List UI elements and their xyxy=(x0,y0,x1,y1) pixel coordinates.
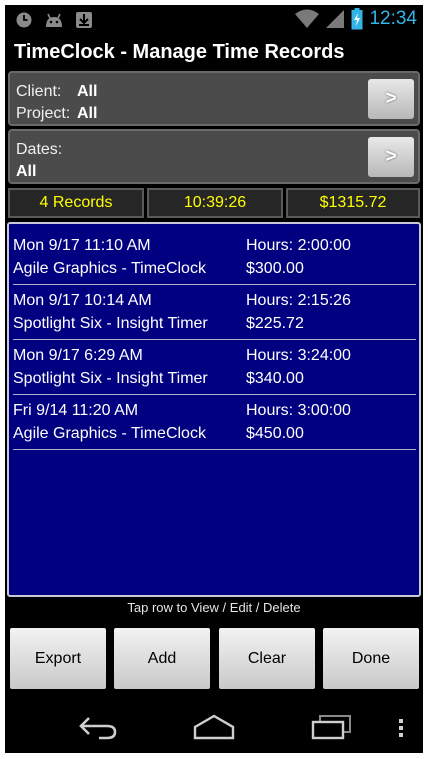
list-item[interactable]: Mon 9/17 10:14 AM Hours: 2:15:26 Spotlig… xyxy=(13,285,416,340)
battery-charging-icon xyxy=(351,8,363,30)
records-list[interactable]: Mon 9/17 11:10 AM Hours: 2:00:00 Agile G… xyxy=(7,222,421,597)
record-hours: Hours: 2:00:00 xyxy=(246,237,351,254)
client-value: All xyxy=(77,83,98,100)
signal-icon xyxy=(326,10,345,28)
record-date: Mon 9/17 6:29 AM xyxy=(13,347,143,364)
record-client-project: Agile Graphics - TimeClock xyxy=(13,260,206,277)
record-amount: $450.00 xyxy=(246,425,304,442)
phone-screen: 12:34 TimeClock - Manage Time Records Cl… xyxy=(5,5,423,753)
add-button[interactable]: Add xyxy=(114,628,210,689)
record-hours: Hours: 2:15:26 xyxy=(246,292,351,309)
list-item[interactable]: Mon 9/17 6:29 AM Hours: 3:24:00 Spotligh… xyxy=(13,340,416,395)
clock-icon xyxy=(16,12,32,28)
record-count: 4 Records xyxy=(8,188,144,218)
export-button[interactable]: Export xyxy=(10,628,106,689)
clear-button[interactable]: Clear xyxy=(219,628,315,689)
recent-apps-icon[interactable] xyxy=(310,714,352,740)
record-client-project: Agile Graphics - TimeClock xyxy=(13,425,206,442)
list-item[interactable]: Fri 9/14 11:20 AM Hours: 3:00:00 Agile G… xyxy=(13,395,416,450)
record-amount: $340.00 xyxy=(246,370,304,387)
page-title: TimeClock - Manage Time Records xyxy=(14,41,345,63)
record-client-project: Spotlight Six - Insight Timer xyxy=(13,370,208,387)
record-hours: Hours: 3:24:00 xyxy=(246,347,351,364)
dates-value: All xyxy=(16,163,37,180)
project-label: Project: xyxy=(16,105,71,122)
list-item[interactable]: Mon 9/17 11:10 AM Hours: 2:00:00 Agile G… xyxy=(13,230,416,285)
record-date: Fri 9/14 11:20 AM xyxy=(13,402,139,419)
home-icon[interactable] xyxy=(192,714,236,740)
summary-bar: 4 Records 10:39:26 $1315.72 xyxy=(8,188,420,218)
download-icon xyxy=(76,12,92,28)
dates-filter[interactable]: Dates: All > xyxy=(8,129,420,184)
client-project-select-button[interactable]: > xyxy=(368,79,414,119)
record-amount: $225.72 xyxy=(246,315,304,332)
dates-label: Dates: xyxy=(16,141,63,158)
overflow-menu-icon[interactable] xyxy=(397,718,405,738)
status-clock: 12:34 xyxy=(369,8,417,29)
record-client-project: Spotlight Six - Insight Timer xyxy=(13,315,208,332)
total-amount: $1315.72 xyxy=(286,188,420,218)
navigation-bar xyxy=(5,700,423,753)
done-button[interactable]: Done xyxy=(323,628,419,689)
record-hours: Hours: 3:00:00 xyxy=(246,402,351,419)
client-label: Client: xyxy=(16,83,62,100)
client-project-filter[interactable]: Client: All Project: All > xyxy=(8,71,420,126)
record-date: Mon 9/17 10:14 AM xyxy=(13,292,152,309)
record-amount: $300.00 xyxy=(246,260,304,277)
wifi-icon xyxy=(295,9,320,28)
dates-select-button[interactable]: > xyxy=(368,137,414,177)
total-time: 10:39:26 xyxy=(147,188,283,218)
status-bar: 12:34 xyxy=(5,5,423,35)
record-date: Mon 9/17 11:10 AM xyxy=(13,237,151,254)
android-icon xyxy=(46,13,62,27)
list-hint: Tap row to View / Edit / Delete xyxy=(127,600,301,615)
project-value: All xyxy=(77,105,98,122)
back-icon[interactable] xyxy=(77,714,119,740)
